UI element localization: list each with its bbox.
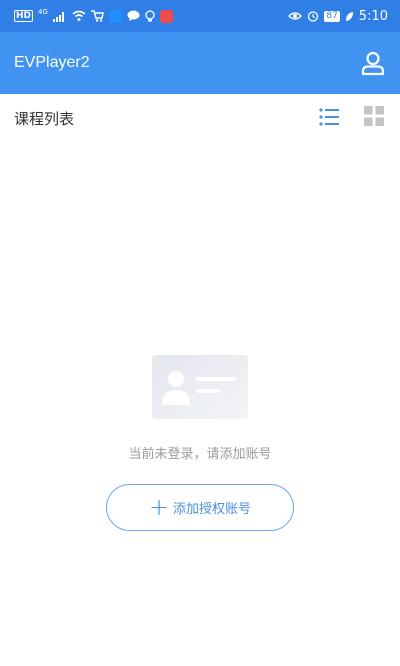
add-account-button[interactable]: + 添加授权账号	[106, 484, 294, 531]
grid-view-icon[interactable]	[364, 106, 384, 126]
cart-icon	[90, 10, 104, 22]
user-icon[interactable]	[360, 50, 386, 76]
leaf-icon	[345, 11, 353, 21]
bulb-icon	[145, 9, 155, 21]
course-list-header: 课程列表	[0, 94, 400, 140]
wifi-icon	[72, 10, 86, 21]
status-bar: HD 4G 87 5:10	[0, 0, 400, 32]
red-app-icon	[159, 9, 173, 23]
list-view-icon[interactable]	[318, 106, 340, 128]
app-title: EVPlayer2	[14, 54, 90, 71]
section-title: 课程列表	[14, 110, 75, 128]
search-app-icon	[108, 9, 122, 23]
plus-icon: +	[148, 492, 170, 521]
not-logged-in-message: 当前未登录，请添加账号	[128, 447, 272, 462]
eye-icon	[288, 12, 303, 20]
network-type: 4G	[38, 8, 48, 16]
hd-badge: HD	[14, 10, 34, 22]
chat-bubble-icon	[127, 10, 140, 21]
add-account-label: 添加授权账号	[173, 502, 252, 517]
battery-indicator: 87	[324, 10, 340, 22]
signal-icon	[52, 12, 64, 22]
clock: 5:10	[358, 8, 388, 24]
id-card-icon	[152, 355, 248, 419]
status-bar-left: HD 4G	[14, 8, 173, 24]
alarm-icon	[308, 11, 319, 22]
status-bar-right: 87 5:10	[288, 8, 388, 24]
app-bar: EVPlayer2	[0, 32, 400, 94]
